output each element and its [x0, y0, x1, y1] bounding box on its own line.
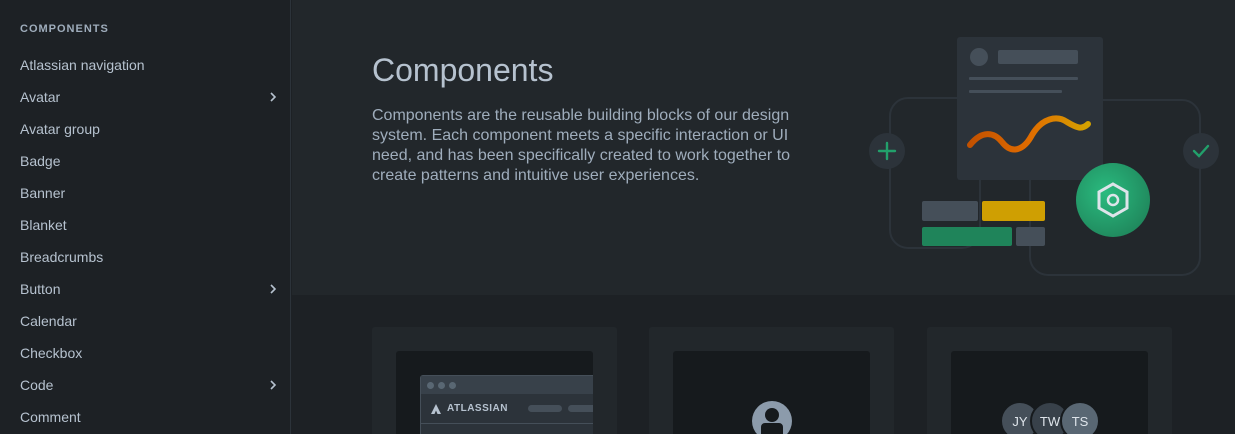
sidebar-item-blanket[interactable]: Blanket: [0, 209, 290, 241]
window-dot: [438, 381, 445, 389]
hero-banner: Components Components are the reusable b…: [292, 0, 1235, 295]
mock-nav-bar: ATLASSIAN: [421, 394, 593, 424]
hero-illustration: [869, 37, 1219, 276]
card-preview: ATLASSIAN: [396, 351, 593, 434]
card-avatar-group[interactable]: JY TW TS: [927, 327, 1172, 434]
chevron-right-icon[interactable]: [268, 380, 278, 390]
sidebar-item-label: Blanket: [20, 217, 67, 233]
plus-icon: [869, 133, 905, 169]
nav-placeholder: [527, 405, 562, 412]
sidebar-item-banner[interactable]: Banner: [0, 177, 290, 209]
sidebar-item-label: Avatar group: [20, 121, 100, 137]
sidebar-item-label: Checkbox: [20, 345, 83, 361]
window-dot: [427, 381, 434, 389]
sidebar-item-button[interactable]: Button: [0, 273, 290, 305]
sidebar-item-label: Button: [20, 281, 61, 297]
sidebar-item-code[interactable]: Code: [0, 369, 290, 401]
window-titlebar: [421, 376, 593, 394]
sidebar-item-atlassian-navigation[interactable]: Atlassian navigation: [0, 49, 290, 81]
avatar-initials: TS: [1060, 401, 1100, 434]
avatar: [752, 401, 792, 434]
sidebar-item-calendar[interactable]: Calendar: [0, 305, 290, 337]
page-title: Components: [372, 52, 554, 88]
sidebar-item-label: Code: [20, 377, 54, 393]
sidebar-item-label: Atlassian navigation: [20, 57, 145, 73]
sidebar-item-label: Avatar: [20, 89, 61, 105]
sidebar-item-checkbox[interactable]: Checkbox: [0, 337, 290, 369]
sidebar: COMPONENTS Atlassian navigation Avatar A…: [0, 0, 291, 434]
check-icon: [1183, 133, 1219, 169]
card-avatar[interactable]: [649, 327, 894, 434]
hexagon-icon: [1076, 163, 1150, 237]
card-atlassian-navigation[interactable]: ATLASSIAN: [372, 327, 617, 434]
page-description: Components are the reusable building blo…: [372, 107, 791, 184]
sidebar-item-label: Comment: [20, 409, 81, 425]
sidebar-item-avatar[interactable]: Avatar: [0, 81, 290, 113]
sidebar-item-badge[interactable]: Badge: [0, 145, 290, 177]
person-icon: [765, 408, 779, 422]
sidebar-item-label: Banner: [20, 185, 66, 201]
sidebar-item-breadcrumbs[interactable]: Breadcrumbs: [0, 241, 290, 273]
sidebar-item-label: Badge: [20, 153, 61, 169]
window-dot: [449, 381, 456, 389]
sidebar-item-comment[interactable]: Comment: [0, 401, 290, 433]
card-preview: [673, 351, 870, 434]
sidebar-item-label: Breadcrumbs: [20, 249, 104, 265]
sidebar-item-label: Calendar: [20, 313, 77, 329]
sidebar-heading: COMPONENTS: [20, 23, 109, 35]
component-cards: ATLASSIAN JY TW TS: [292, 295, 1235, 434]
navigation-preview: ATLASSIAN: [420, 375, 593, 434]
sidebar-nav-list: Atlassian navigation Avatar Avatar group…: [0, 49, 290, 433]
card-preview: JY TW TS: [951, 351, 1148, 434]
chevron-right-icon[interactable]: [268, 92, 278, 102]
nav-placeholder: [567, 405, 593, 412]
atlassian-logo-icon: [431, 403, 441, 414]
chevron-right-icon[interactable]: [268, 284, 278, 294]
sidebar-item-avatar-group[interactable]: Avatar group: [0, 113, 290, 145]
atlassian-logo-text: ATLASSIAN: [447, 403, 508, 414]
